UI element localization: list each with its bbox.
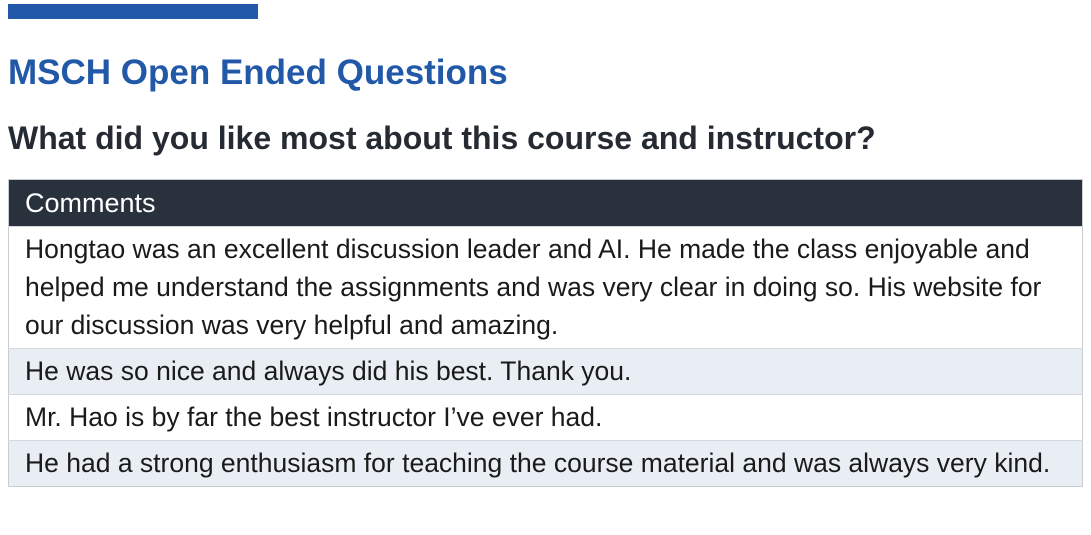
comments-column-header: Comments <box>8 179 1083 227</box>
table-row: He was so nice and always did his best. … <box>8 348 1083 395</box>
section-title: MSCH Open Ended Questions <box>8 53 508 92</box>
comment-cell: Hongtao was an excellent discussion lead… <box>8 226 1083 349</box>
comments-table: Comments Hongtao was an excellent discus… <box>8 179 1083 487</box>
comment-cell: Mr. Hao is by far the best instructor I’… <box>8 394 1083 441</box>
accent-bar <box>8 4 258 19</box>
comment-cell: He was so nice and always did his best. … <box>8 348 1083 395</box>
table-row: He had a strong enthusiasm for teaching … <box>8 440 1083 487</box>
table-row: Hongtao was an excellent discussion lead… <box>8 226 1083 349</box>
question-title: What did you like most about this course… <box>8 120 876 156</box>
comment-cell: He had a strong enthusiasm for teaching … <box>8 440 1083 487</box>
table-row: Mr. Hao is by far the best instructor I’… <box>8 394 1083 441</box>
table-header-row: Comments <box>8 179 1083 227</box>
